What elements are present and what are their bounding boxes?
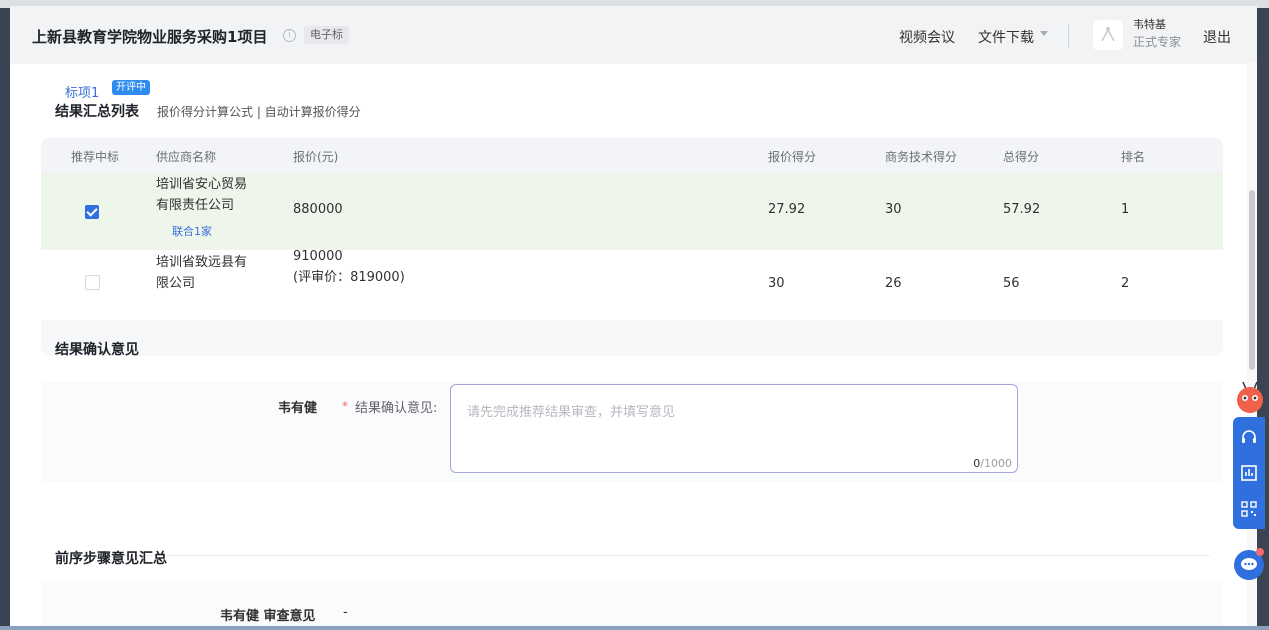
avatar[interactable]: [1093, 20, 1123, 50]
required-icon: *: [342, 399, 348, 413]
headset-icon: [1242, 430, 1256, 443]
table-footer-shade: [41, 320, 1223, 356]
table-row: 培训省安心贸易 有限责任公司 联合1家 880000 27.92 30 57.9…: [41, 172, 1223, 250]
table-row: 培训省致远县有 限公司 910000 (评审价：819000) 30 26 56…: [41, 249, 1223, 316]
tab-lot-1[interactable]: 标项1: [65, 82, 99, 101]
project-title: 上新县教育学院物业服务采购1项目: [32, 28, 268, 46]
biz-tech-score: 26: [885, 276, 902, 291]
user-name: 韦特基: [1133, 18, 1166, 31]
app-window: 上新县教育学院物业服务采购1项目 i 电子标 视频会议 文件下载 韦特基 正式专…: [10, 6, 1257, 626]
previous-panel-bg: [41, 581, 1223, 626]
main-content: 标项1 开评中 结果汇总列表 报价得分计算公式 | 自动计算报价得分 推荐中标 …: [10, 64, 1257, 626]
status-badge: 开评中: [112, 80, 150, 95]
price-score: 30: [768, 276, 785, 291]
price-value: 910000: [293, 249, 343, 264]
confirm-opinion-textarea[interactable]: 请先完成推荐结果审查，并填写意见 0/1000: [450, 384, 1018, 473]
header-divider: [1068, 24, 1069, 48]
price-score: 27.92: [768, 202, 806, 217]
score-formula-links[interactable]: 报价得分计算公式 | 自动计算报价得分: [157, 103, 361, 120]
col-total-score: 总得分: [1003, 150, 1040, 164]
video-meeting-link[interactable]: 视频会议: [899, 27, 955, 47]
total-score: 56: [1003, 276, 1020, 291]
supplier-name-line2: 有限责任公司: [156, 198, 235, 213]
chevron-down-icon[interactable]: [1040, 31, 1048, 36]
chart-icon: [1241, 465, 1257, 481]
col-rank: 排名: [1121, 150, 1146, 164]
rank-value: 2: [1121, 276, 1130, 291]
notification-dot: [1256, 548, 1264, 556]
qr-code-icon: [1241, 501, 1257, 517]
lot-tab-bar: [10, 64, 1257, 104]
rank-value: 1: [1121, 202, 1130, 217]
col-price: 报价(元): [293, 150, 339, 164]
col-supplier: 供应商名称: [156, 150, 217, 164]
recommend-checkbox-1[interactable]: [85, 205, 99, 219]
previous-section-title: 前序步骤意见汇总: [55, 551, 167, 567]
qr-code-button[interactable]: [1233, 491, 1265, 527]
mascot-icon[interactable]: [1233, 378, 1267, 418]
logout-button[interactable]: 退出: [1203, 27, 1231, 47]
user-avatar-icon: [1101, 27, 1115, 42]
scrollbar-thumb[interactable]: [1249, 190, 1255, 370]
review-price-note: (评审价：819000): [293, 270, 405, 285]
col-price-score: 报价得分: [768, 150, 817, 164]
reviewer-name: 韦有健: [278, 401, 318, 416]
confirm-section-title: 结果确认意见: [55, 342, 139, 358]
previous-reviewer-label: 韦有健 审查意见: [220, 609, 316, 624]
previous-opinion-value: -: [343, 605, 348, 620]
bid-type-tag: 电子标: [304, 26, 349, 44]
report-button[interactable]: [1233, 455, 1265, 491]
col-biz-tech-score: 商务技术得分: [885, 150, 958, 164]
col-recommended: 推荐中标: [71, 150, 120, 164]
supplier-name-line1: 培训省安心贸易: [156, 177, 248, 192]
confirm-field-label: 结果确认意见:: [355, 401, 438, 416]
union-link[interactable]: 联合1家: [172, 223, 212, 239]
table-header: 推荐中标 供应商名称 报价(元) 报价得分 商务技术得分 总得分 排名: [41, 138, 1223, 172]
confirm-placeholder: 请先完成推荐结果审查，并填写意见: [467, 405, 676, 420]
supplier-name-line1: 培训省致远县有: [156, 255, 248, 270]
char-max: /1000: [980, 457, 1012, 470]
biz-tech-score: 30: [885, 202, 902, 217]
supplier-name-line2: 限公司: [156, 276, 196, 291]
info-icon[interactable]: i: [283, 29, 296, 42]
floating-toolbar: [1233, 417, 1265, 529]
recommend-checkbox-2[interactable]: [85, 275, 100, 290]
total-score: 57.92: [1003, 202, 1041, 217]
char-counter: 0/1000: [973, 457, 1012, 470]
summary-section-title: 结果汇总列表: [55, 104, 139, 120]
user-role: 正式专家: [1133, 35, 1182, 49]
page-header: 上新县教育学院物业服务采购1项目 i 电子标 视频会议 文件下载 韦特基 正式专…: [10, 6, 1257, 64]
price-value: 880000: [293, 202, 343, 217]
file-download-menu[interactable]: 文件下载: [978, 27, 1034, 47]
section-divider: [55, 555, 1210, 556]
bottom-bar: [0, 626, 1269, 630]
support-button[interactable]: [1233, 419, 1265, 455]
